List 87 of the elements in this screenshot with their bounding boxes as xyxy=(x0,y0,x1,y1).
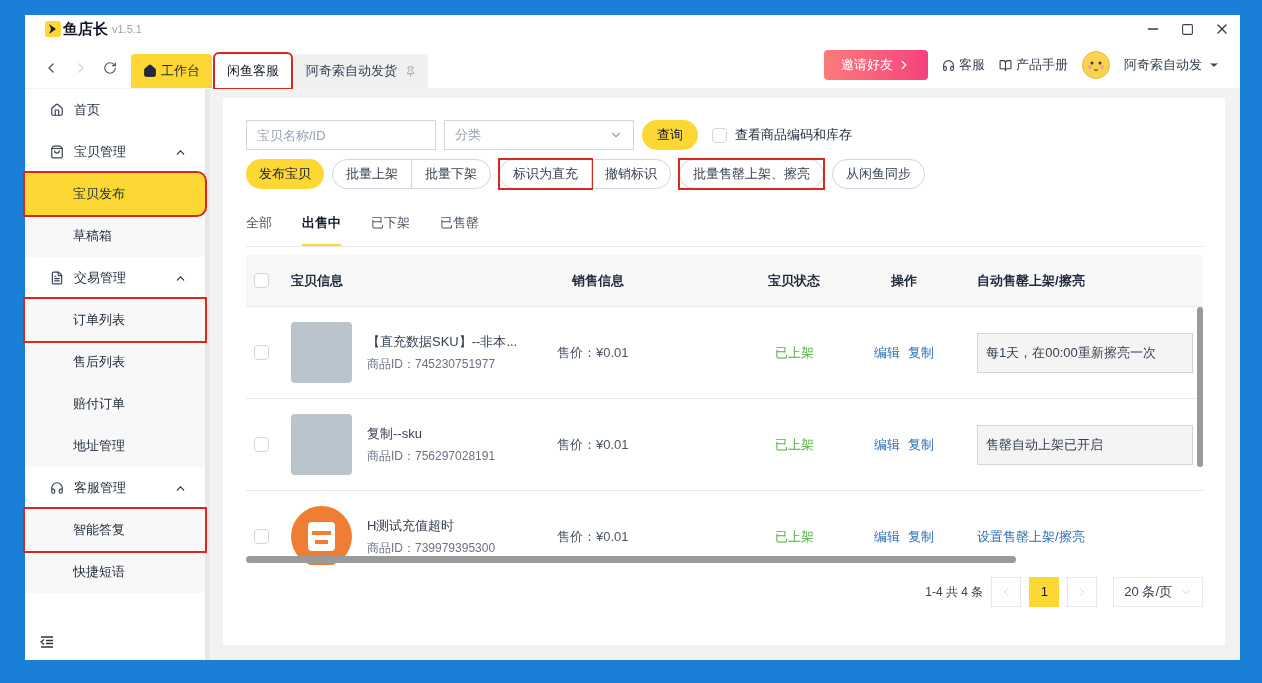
home-icon xyxy=(143,64,157,78)
status-cell-text: 已上架 xyxy=(773,527,815,546)
checkbox-label[interactable]: 查看商品编码和库存 xyxy=(735,125,852,145)
status-tab[interactable]: 已售罄 xyxy=(440,212,479,246)
column-header: 操作 xyxy=(889,271,918,290)
checkbox[interactable] xyxy=(254,529,269,544)
horizontal-scrollbar[interactable] xyxy=(246,556,1016,563)
sidebar-subitem[interactable]: 订单列表 xyxy=(25,299,205,341)
query-button[interactable]: 查询 xyxy=(642,120,698,150)
price-cell-text: 售价：¥0.01 xyxy=(556,343,630,362)
app-name: 鱼店长 xyxy=(63,18,108,39)
sidebar-subitem[interactable]: 地址管理 xyxy=(25,425,205,467)
checkbox[interactable] xyxy=(254,437,269,452)
smiley-avatar-icon xyxy=(1082,51,1110,79)
sidebar-subitem[interactable]: 赔付订单 xyxy=(25,383,205,425)
column-header: 宝贝状态 xyxy=(767,271,821,290)
status-tab[interactable]: 出售中 xyxy=(302,212,341,246)
bag-icon xyxy=(50,145,64,159)
column-header: 自动售罄上架/擦亮 xyxy=(976,271,1085,290)
pagination-summary: 1-4 共 4 条 xyxy=(925,584,984,601)
status-tab[interactable]: 全部 xyxy=(246,212,272,246)
sidebar-item[interactable]: 交易管理 xyxy=(74,268,164,288)
next-page-button[interactable] xyxy=(1067,577,1098,607)
page-button[interactable]: 1 xyxy=(1029,577,1060,607)
sidebar-item[interactable]: 首页 xyxy=(74,100,187,120)
price-cell-text: 售价：¥0.01 xyxy=(556,435,630,454)
sidebar-subitem[interactable]: 宝贝发布 xyxy=(25,173,205,215)
headset-icon xyxy=(50,481,64,495)
book-icon xyxy=(999,58,1012,72)
product-title[interactable]: 【直充数据SKU】--非本... xyxy=(367,331,518,352)
status-cell-text: 已上架 xyxy=(773,343,815,362)
checkbox[interactable] xyxy=(254,273,269,288)
product-id: 商品ID：745230751977 xyxy=(367,356,497,374)
home-icon xyxy=(50,103,64,117)
nav-tab[interactable]: 闲鱼客服 xyxy=(215,54,291,88)
app-logo-icon xyxy=(45,21,61,37)
product-id: 商品ID：756297028191 xyxy=(367,448,496,466)
headset-icon xyxy=(942,58,955,72)
action-button[interactable]: 从闲鱼同步 xyxy=(833,160,924,188)
sidebar-item[interactable]: 宝贝管理 xyxy=(74,142,164,162)
auto-setting-field[interactable]: 售罄自动上架已开启 xyxy=(977,424,1193,465)
maximize-icon[interactable] xyxy=(1181,22,1194,36)
sidebar-subitem[interactable]: 智能答复 xyxy=(25,509,205,551)
row-action-link[interactable]: 编辑 xyxy=(873,434,900,455)
action-button[interactable]: 发布宝贝 xyxy=(246,159,324,189)
checkbox[interactable] xyxy=(712,127,727,143)
search-field[interactable]: 宝贝名称/ID xyxy=(246,120,436,150)
action-button[interactable]: 批量售罄上架、擦亮 xyxy=(680,160,823,188)
status-tab[interactable]: 已下架 xyxy=(371,212,410,246)
document-icon xyxy=(50,271,64,285)
row-action-link[interactable]: 复制 xyxy=(907,342,934,363)
column-header: 销售信息 xyxy=(570,271,625,290)
sidebar-subitem[interactable]: 草稿箱 xyxy=(25,215,205,257)
row-action-link[interactable]: 复制 xyxy=(907,434,934,455)
collapse-menu-icon[interactable] xyxy=(40,636,54,648)
action-button[interactable]: 撤销标识 xyxy=(591,160,670,188)
vertical-scrollbar[interactable] xyxy=(1197,307,1203,467)
nav-tab[interactable]: 工作台 xyxy=(131,54,212,88)
header-link[interactable]: 产品手册 xyxy=(999,55,1068,75)
auto-setting-field[interactable]: 每1天，在00:00重新擦亮一次 xyxy=(977,332,1193,373)
pin-icon[interactable] xyxy=(405,65,416,77)
action-button[interactable]: 标识为直充 xyxy=(500,160,591,188)
refresh-icon[interactable] xyxy=(103,61,117,75)
photo-placeholder xyxy=(291,414,352,475)
sidebar-subitem[interactable]: 快捷短语 xyxy=(25,551,205,593)
auto-setting-link[interactable]: 设置售罄上架/擦亮 xyxy=(977,528,1085,544)
row-action-link[interactable]: 编辑 xyxy=(873,526,900,547)
checkbox[interactable] xyxy=(254,345,269,360)
action-button[interactable]: 批量下架 xyxy=(411,160,490,188)
column-header: 宝贝信息 xyxy=(290,271,344,290)
sidebar-item[interactable]: 客服管理 xyxy=(74,478,164,498)
prev-page-button[interactable] xyxy=(991,577,1022,607)
photo-placeholder xyxy=(291,322,352,383)
product-title[interactable]: H测试充值超时 xyxy=(367,515,496,536)
page-size-select[interactable]: 20 条/页 xyxy=(1113,577,1203,607)
product-title[interactable]: 复制--sku xyxy=(367,423,496,444)
status-cell-text: 已上架 xyxy=(773,435,815,454)
action-button[interactable]: 批量上架 xyxy=(333,160,411,188)
row-action-link[interactable]: 编辑 xyxy=(873,342,900,363)
app-version: v1.5.1 xyxy=(112,21,142,37)
header-link[interactable]: 客服 xyxy=(942,55,985,75)
product-id: 商品ID：739979395300 xyxy=(367,540,496,558)
nav-tab[interactable]: 阿奇索自动发货 xyxy=(294,54,428,88)
price-cell-text: 售价：¥0.01 xyxy=(556,527,630,546)
sidebar-subitem[interactable]: 售后列表 xyxy=(25,341,205,383)
user-menu[interactable]: 阿奇索自动发 xyxy=(1124,55,1220,75)
row-action-link[interactable]: 复制 xyxy=(907,526,934,547)
